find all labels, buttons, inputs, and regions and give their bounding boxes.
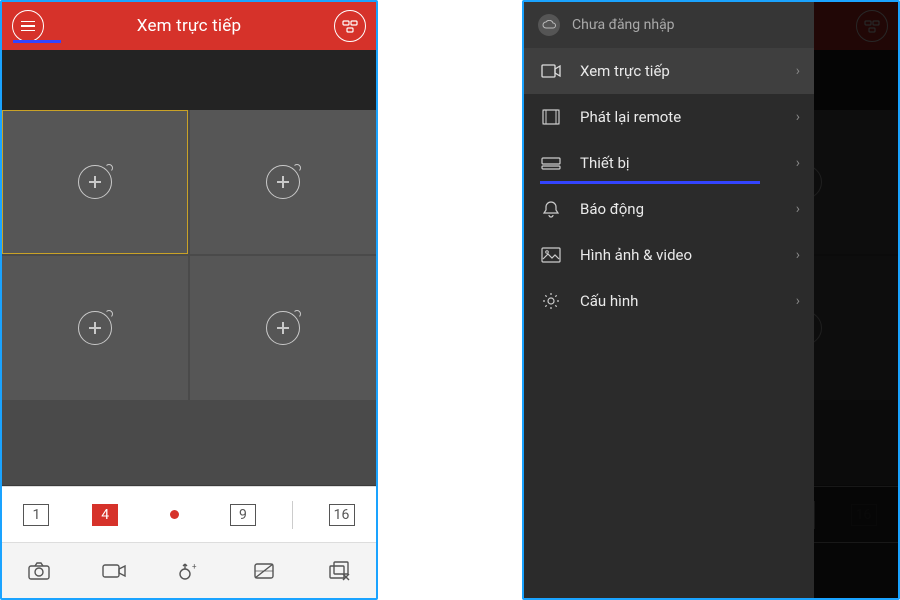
menu-item-liveview[interactable]: Xem trực tiếp › bbox=[524, 48, 814, 94]
app-header: Xem trực tiếp bbox=[2, 2, 376, 50]
playback-icon bbox=[540, 109, 562, 125]
quality-icon bbox=[253, 561, 275, 581]
annotation-underline-devices bbox=[540, 181, 760, 184]
devices-icon bbox=[342, 18, 358, 34]
login-status-label: Chưa đăng nhập bbox=[572, 17, 675, 33]
menu-item-devices[interactable]: Thiết bị › bbox=[524, 140, 814, 186]
menu-item-label: Xem trực tiếp bbox=[580, 62, 670, 80]
svg-text:+: + bbox=[192, 562, 197, 571]
menu-item-settings[interactable]: Cấu hình › bbox=[524, 278, 814, 324]
layout-selector: 1 4 9 16 bbox=[2, 486, 376, 542]
chevron-right-icon: › bbox=[796, 247, 800, 263]
layout-box: 9 bbox=[230, 504, 256, 526]
layout-box: 16 bbox=[329, 504, 355, 526]
header-spacer bbox=[2, 50, 376, 110]
phone-menu-open: Xem trực tiếp 1 4 9 16 bbox=[522, 0, 900, 600]
layout-4[interactable]: 4 bbox=[85, 495, 125, 535]
camera-tile[interactable] bbox=[190, 110, 376, 254]
add-camera-icon bbox=[78, 311, 112, 345]
ptz-icon: + bbox=[177, 560, 201, 582]
annotation-underline-menu bbox=[13, 40, 61, 43]
record-indicator[interactable] bbox=[154, 495, 194, 535]
video-record-icon bbox=[101, 561, 127, 581]
side-menu: Chưa đăng nhập Xem trực tiếp › Phát lại … bbox=[524, 2, 814, 598]
layout-box: 4 bbox=[92, 504, 118, 526]
menu-login-status[interactable]: Chưa đăng nhập bbox=[524, 2, 814, 48]
phone-liveview: Xem trực tiếp 1 4 bbox=[0, 0, 378, 600]
device-icon bbox=[540, 156, 562, 170]
menu-button[interactable] bbox=[12, 10, 44, 42]
layout-9[interactable]: 9 bbox=[223, 495, 263, 535]
liveview-icon bbox=[540, 64, 562, 78]
chevron-right-icon: › bbox=[796, 109, 800, 125]
record-video-button[interactable] bbox=[94, 551, 134, 591]
menu-item-label: Thiết bị bbox=[580, 154, 630, 172]
add-camera-icon bbox=[78, 165, 112, 199]
snapshot-button[interactable] bbox=[19, 551, 59, 591]
layout-1[interactable]: 1 bbox=[16, 495, 56, 535]
chevron-right-icon: › bbox=[796, 201, 800, 217]
menu-icon bbox=[21, 21, 35, 32]
camera-tile[interactable] bbox=[2, 256, 188, 400]
alarm-icon bbox=[540, 200, 562, 218]
layout-box: 1 bbox=[23, 504, 49, 526]
bottom-toolbar: + bbox=[2, 542, 376, 598]
menu-item-label: Phát lại remote bbox=[580, 108, 681, 126]
devices-button[interactable] bbox=[334, 10, 366, 42]
layout-16[interactable]: 16 bbox=[322, 495, 362, 535]
header-title: Xem trực tiếp bbox=[44, 16, 334, 36]
chevron-right-icon: › bbox=[796, 63, 800, 79]
divider bbox=[292, 501, 293, 529]
menu-item-playback[interactable]: Phát lại remote › bbox=[524, 94, 814, 140]
close-all-button[interactable] bbox=[319, 551, 359, 591]
chevron-right-icon: › bbox=[796, 155, 800, 171]
camera-tile[interactable] bbox=[2, 110, 188, 254]
menu-item-label: Hình ảnh & video bbox=[580, 246, 692, 264]
camera-icon bbox=[27, 561, 51, 581]
add-camera-icon bbox=[266, 165, 300, 199]
quality-button[interactable] bbox=[244, 551, 284, 591]
add-camera-icon bbox=[266, 311, 300, 345]
close-all-icon bbox=[327, 560, 351, 582]
camera-grid bbox=[2, 110, 376, 400]
grid-footer-space bbox=[2, 400, 376, 486]
camera-tile[interactable] bbox=[190, 256, 376, 400]
media-icon bbox=[540, 247, 562, 263]
menu-item-label: Báo động bbox=[580, 200, 644, 218]
cloud-icon bbox=[538, 14, 560, 36]
settings-icon bbox=[540, 292, 562, 310]
record-dot-icon bbox=[170, 510, 179, 519]
menu-item-label: Cấu hình bbox=[580, 292, 638, 310]
menu-item-alarm[interactable]: Báo động › bbox=[524, 186, 814, 232]
ptz-button[interactable]: + bbox=[169, 551, 209, 591]
chevron-right-icon: › bbox=[796, 293, 800, 309]
menu-item-media[interactable]: Hình ảnh & video › bbox=[524, 232, 814, 278]
